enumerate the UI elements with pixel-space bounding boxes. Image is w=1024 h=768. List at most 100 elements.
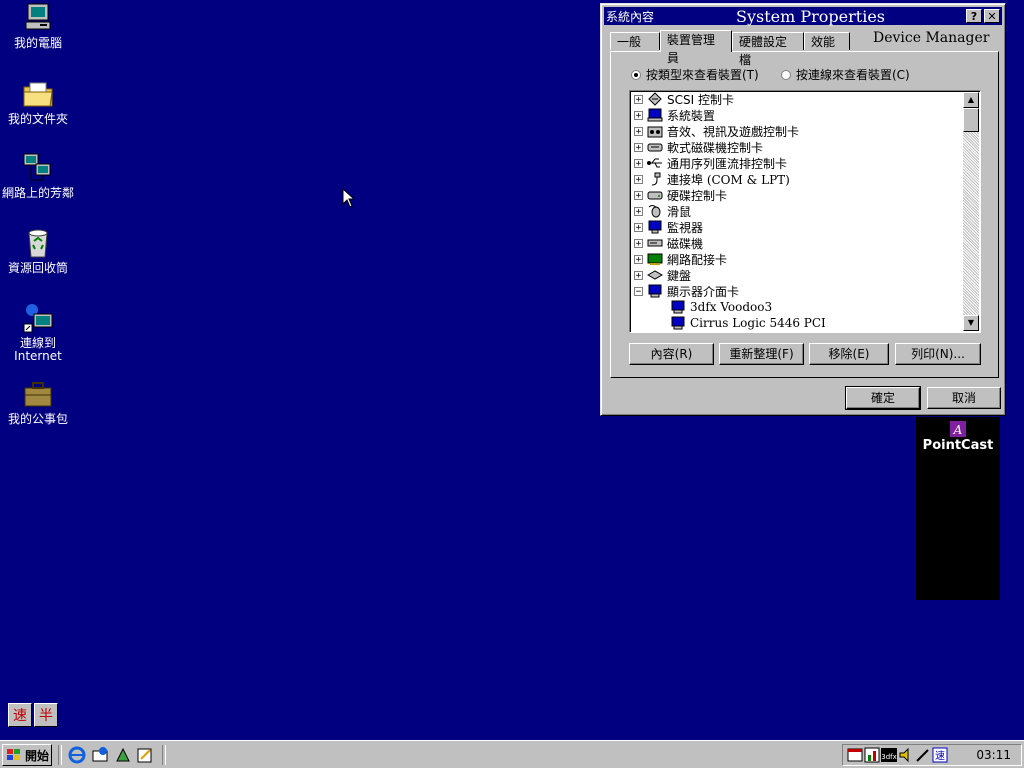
desktop-icon-label-line2: Internet [14,349,62,363]
tree-item-label: 滑鼠 [667,204,692,219]
ime-tray-icon[interactable]: 速 [932,747,948,763]
ime-width-button[interactable]: 半 [34,703,58,727]
tree-item-label: 通用序列匯流排控制卡 [667,156,788,171]
display-device-icon [670,300,686,314]
expand-icon[interactable]: + [634,190,643,200]
tab-general[interactable]: 一般 [610,32,660,50]
channels-icon[interactable] [136,746,154,764]
expand-icon[interactable]: + [634,158,643,168]
desktop-icon-label: 我的文件夾 [7,112,68,126]
desktop-icon-connect-internet[interactable]: 連線到 Internet [0,302,76,363]
sound-icon [647,124,663,138]
expand-icon[interactable]: + [634,270,643,280]
tree-item-label: 系統裝置 [667,108,716,123]
expand-icon[interactable]: + [634,222,643,232]
hdd-controller-icon [647,188,663,202]
internet-explorer-icon[interactable] [68,746,86,764]
monitor-icon [647,220,663,234]
desktop-icon-my-computer[interactable]: 我的電腦 [0,2,76,50]
start-button[interactable]: 開始 [2,744,52,766]
taskbar: 開始 3dfx 速 03:11 [0,740,1024,768]
desktop-icon-label: 我的公事包 [7,412,68,426]
desktop-icon-my-documents[interactable]: 我的文件夾 [0,78,76,126]
tree-item-cirrus-logic[interactable]: Cirrus Logic 5446 PCI [670,315,826,331]
taskbar-divider [58,745,62,765]
tree-item-3dfx-voodoo3[interactable]: 3dfx Voodoo3 [670,299,772,315]
vertical-scrollbar[interactable]: ▲ ▼ [963,92,979,331]
tree-item-label: 鍵盤 [667,268,692,283]
tree-item-hdd-controller[interactable]: + 硬碟控制卡 [634,187,727,203]
expand-icon[interactable]: + [634,94,643,104]
pen-tray-icon[interactable] [915,747,931,763]
svg-text:A: A [953,423,963,437]
radio-view-by-type[interactable]: 按類型來查看裝置(T) [631,66,759,83]
expand-icon[interactable]: + [634,206,643,216]
tree-item-sound[interactable]: + 音效、視訊及遊戲控制卡 [634,123,799,139]
pointcast-widget[interactable]: A PointCast [916,417,1000,600]
close-button[interactable]: ✕ [984,9,1000,23]
tree-item-floppy-controller[interactable]: + 軟式磁碟機控制卡 [634,139,763,155]
clock[interactable]: 03:11 [976,748,1011,762]
tree-item-system-devices[interactable]: + 系統裝置 [634,107,715,123]
port-icon [647,172,663,186]
tree-item-mouse[interactable]: + 滑鼠 [634,203,691,219]
task-monitor-tray-icon[interactable] [864,747,880,763]
tab-strip: 一般 裝置管理員 硬體設定檔 效能 Device Manager [610,30,1000,67]
scheduler-tray-icon[interactable] [847,747,863,763]
expand-icon[interactable]: + [634,254,643,264]
pointcast-logo-text: PointCast [922,438,994,453]
network-neighborhood-icon [22,152,54,184]
refresh-button[interactable]: 重新整理(F) [719,343,804,365]
desktop-icon-briefcase[interactable]: 我的公事包 [0,378,76,426]
tree-item-scsi[interactable]: + SCSI 控制卡 [634,91,734,107]
outlook-express-icon[interactable] [91,746,109,764]
windows-logo-icon [7,749,20,760]
taskbar-divider [162,745,166,765]
keyboard-icon [647,268,663,282]
tree-item-ports[interactable]: + 連接埠 (COM & LPT) [634,171,790,187]
tree-item-monitors[interactable]: + 監視器 [634,219,703,235]
remove-button[interactable]: 移除(E) [809,343,889,365]
show-desktop-icon[interactable] [114,746,132,764]
ime-mode-button[interactable]: 速 [8,703,32,727]
system-device-icon [647,108,663,122]
scsi-icon [647,92,663,106]
tree-item-label: 軟式磁碟機控制卡 [667,140,764,155]
volume-icon[interactable] [898,747,914,763]
tab-hardware-profiles[interactable]: 硬體設定檔 [732,32,804,67]
scroll-thumb[interactable] [963,108,979,132]
expand-icon[interactable]: + [634,238,643,248]
desktop-icon-recycle-bin[interactable]: 資源回收筒 [0,227,76,275]
properties-button[interactable]: 內容(R) [629,343,714,365]
expand-icon[interactable]: + [634,126,643,136]
tree-item-keyboards[interactable]: + 鍵盤 [634,267,691,283]
expand-icon[interactable]: + [634,174,643,184]
expand-icon[interactable]: + [634,110,643,120]
ime-toolbar: 速 半 [8,703,60,727]
tree-item-usb[interactable]: + 通用序列匯流排控制卡 [634,155,787,171]
tab-device-manager[interactable]: 裝置管理員 [660,30,732,65]
device-tree[interactable]: + SCSI 控制卡 + 系統裝置 + 音效、視訊及遊戲控制卡 + 軟式磁碟機控… [629,90,981,333]
tree-item-label: 3dfx Voodoo3 [690,300,773,314]
tree-item-network-adapters[interactable]: + 網路配接卡 [634,251,727,267]
tree-item-display-adapters[interactable]: − 顯示器介面卡 [634,283,739,299]
ok-button[interactable]: 確定 [845,386,921,410]
expand-icon[interactable]: + [634,142,643,152]
cancel-button[interactable]: 取消 [927,387,1001,409]
scroll-down-button[interactable]: ▼ [963,315,979,331]
radio-selected-icon [631,69,641,80]
title-bar[interactable]: 系統內容 System Properties ? ✕ [604,7,1002,26]
my-documents-icon [22,78,54,110]
tree-item-label: SCSI 控制卡 [667,92,734,107]
3dfx-tray-icon[interactable]: 3dfx [881,747,897,763]
print-button[interactable]: 列印(N)... [895,343,981,365]
collapse-icon[interactable]: − [634,286,643,296]
start-label: 開始 [25,748,50,763]
radio-view-by-connection[interactable]: 按連線來查看裝置(C) [781,66,910,83]
tree-item-disk-drives[interactable]: + 磁碟機 [634,235,703,251]
desktop-icon-network[interactable]: 網路上的芳鄰 [0,152,76,200]
help-button[interactable]: ? [966,9,982,23]
scroll-up-button[interactable]: ▲ [963,92,979,108]
tab-performance[interactable]: 效能 [804,32,850,50]
display-device-icon [670,316,686,330]
